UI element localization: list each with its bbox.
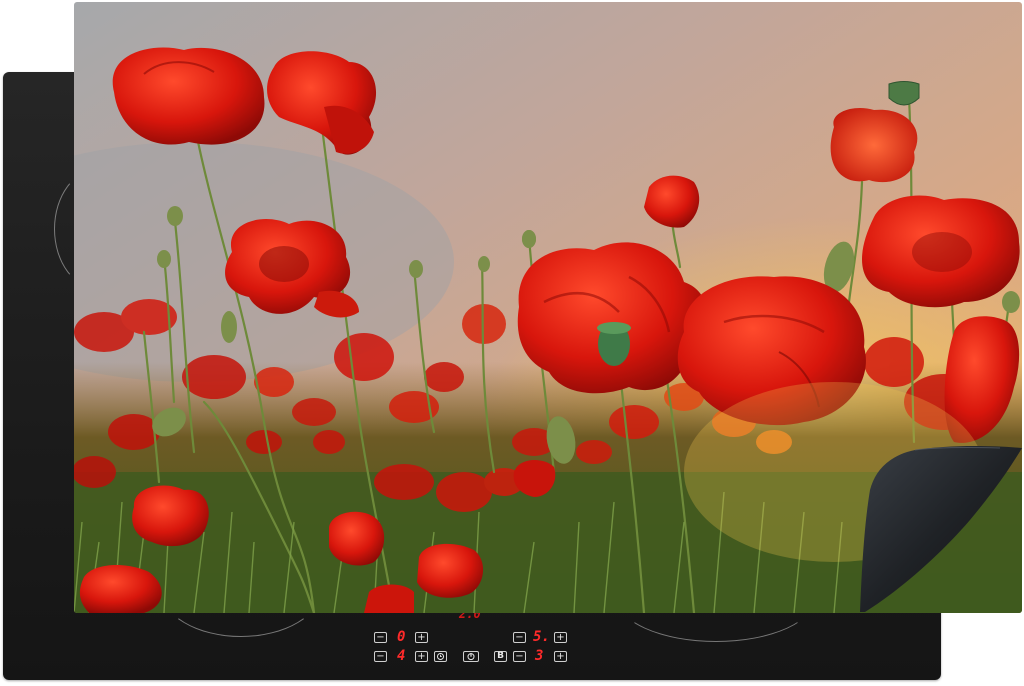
boost-button[interactable]: B [494,651,507,662]
bottom-left-minus-button[interactable]: − [374,651,387,662]
bottom-right-readout: 3 [535,648,544,664]
bottom-right-plus-button[interactable]: + [554,651,567,662]
power-icon[interactable] [463,651,479,662]
peeled-corner [860,445,1022,612]
poppy-flower [112,47,265,145]
left-minus-button[interactable]: − [374,632,387,643]
right-zone-readout: 5. [533,629,550,645]
bottom-left-plus-button[interactable]: + [415,651,428,662]
right-minus-button[interactable]: − [513,632,526,643]
bottom-left-readout: 4 [397,648,406,664]
bottom-right-minus-button[interactable]: − [513,651,526,662]
left-zone-readout: 0 [397,629,406,645]
right-plus-button[interactable]: + [554,632,567,643]
stage: 2.0 − 0 + − 5. + − 4 + B − 3 + [0,0,1024,686]
clock-icon[interactable] [434,651,447,662]
left-plus-button[interactable]: + [415,632,428,643]
